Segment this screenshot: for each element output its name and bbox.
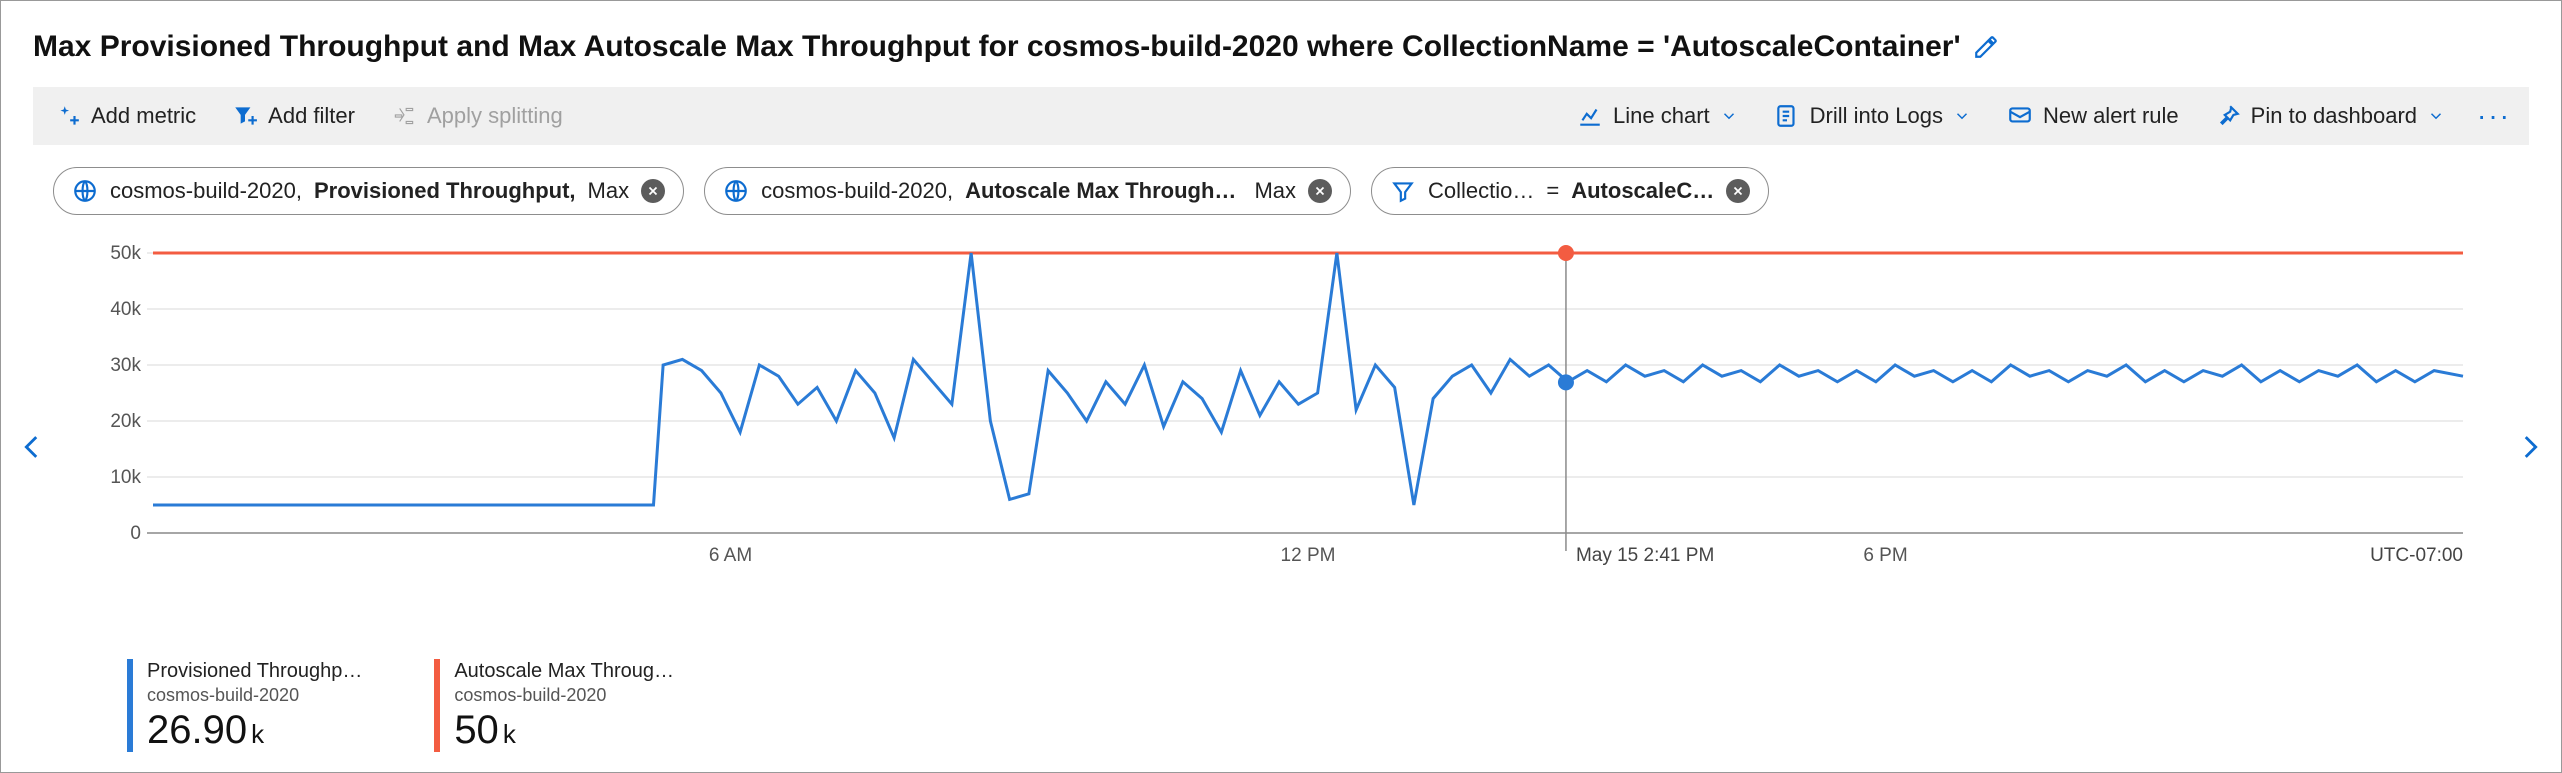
pin-button[interactable]: Pin to dashboard [2211,97,2449,135]
chart-area: 50k 40k 30k 20k 10k 0 6 AM 12 PM 6 PM May 15 2:… [33,243,2529,651]
line-chart-label: Line chart [1613,103,1710,129]
logs-icon [1774,103,1800,129]
svg-text:50k: 50k [110,243,141,264]
svg-text:6 AM: 6 AM [709,545,752,566]
split-icon [391,103,417,129]
prev-time-button[interactable] [15,430,49,464]
metric-pills-row: cosmos-build-2020, Provisioned Throughpu… [53,167,2529,215]
legend1-sub: cosmos-build-2020 [147,684,362,707]
svg-text:30k: 30k [110,355,141,376]
filter-op: = [1546,178,1559,204]
filter-prop: Collectio… [1428,178,1534,204]
pill1-metric: Provisioned Throughput, [314,178,576,204]
add-metric-button[interactable]: Add metric [51,97,200,135]
globe-icon [723,178,749,204]
title-row: Max Provisioned Throughput and Max Autos… [33,29,2529,65]
svg-text:12 PM: 12 PM [1281,545,1336,566]
pill2-resource: cosmos-build-2020, [761,178,953,204]
new-alert-label: New alert rule [2043,103,2179,129]
metrics-chart-card: Max Provisioned Throughput and Max Autos… [0,0,2562,773]
apply-splitting-button: Apply splitting [387,97,567,135]
legend2-val: 50k [454,708,674,752]
filter-val: AutoscaleC… [1571,178,1714,204]
sparkle-plus-icon [55,103,81,129]
line-chart-button[interactable]: Line chart [1573,97,1742,135]
pin-label: Pin to dashboard [2251,103,2417,129]
svg-text:40k: 40k [110,299,141,320]
legend1-val: 26.90k [147,708,362,752]
legend2-sub: cosmos-build-2020 [454,684,674,707]
filter-close[interactable] [1726,179,1750,203]
line-chart-icon [1577,103,1603,129]
svg-text:6 PM: 6 PM [1863,545,1907,566]
alert-icon [2007,103,2033,129]
svg-text:0: 0 [130,523,141,544]
drill-logs-label: Drill into Logs [1810,103,1943,129]
pill2-close[interactable] [1308,179,1332,203]
legend2-name: Autoscale Max Throug… [454,659,674,684]
legend-item-1[interactable]: Provisioned Throughp… cosmos-build-2020 … [127,659,362,753]
legend-color-1 [127,659,133,753]
chart-toolbar: Add metric Add filter Apply splitting Li… [33,87,2529,145]
toolbar-right: Line chart Drill into Logs New alert rul… [1573,97,2511,135]
pill2-metric: Autoscale Max Through… [965,178,1236,204]
chevron-down-icon [2427,107,2445,125]
pin-icon [2215,103,2241,129]
legend-row: Provisioned Throughp… cosmos-build-2020 … [127,659,2529,753]
chart-title: Max Provisioned Throughput and Max Autos… [33,29,1961,65]
add-filter-label: Add filter [268,103,355,129]
more-menu-button[interactable]: ··· [2477,100,2511,132]
legend-item-2[interactable]: Autoscale Max Throug… cosmos-build-2020 … [434,659,674,753]
svg-text:10k: 10k [110,467,141,488]
apply-splitting-label: Apply splitting [427,103,563,129]
new-alert-button[interactable]: New alert rule [2003,97,2183,135]
pill1-resource: cosmos-build-2020, [110,178,302,204]
legend-color-2 [434,659,440,753]
next-time-button[interactable] [2513,430,2547,464]
chevron-down-icon [1953,107,1971,125]
svg-text:May 15 2:41 PM: May 15 2:41 PM [1576,545,1714,566]
add-metric-label: Add metric [91,103,196,129]
line-chart-svg[interactable]: 50k 40k 30k 20k 10k 0 6 AM 12 PM 6 PM May 15 2:… [93,243,2473,583]
pill1-agg: Max [588,178,630,204]
svg-text:UTC-07:00: UTC-07:00 [2370,545,2463,566]
pill1-close[interactable] [641,179,665,203]
metric-pill-1[interactable]: cosmos-build-2020, Provisioned Throughpu… [53,167,684,215]
chevron-down-icon [1720,107,1738,125]
globe-icon [72,178,98,204]
metric-pill-2[interactable]: cosmos-build-2020, Autoscale Max Through… [704,167,1351,215]
legend1-name: Provisioned Throughp… [147,659,362,684]
pill2-agg: Max [1254,178,1296,204]
funnel-icon [1390,178,1416,204]
funnel-plus-icon [232,103,258,129]
filter-pill[interactable]: Collectio… = AutoscaleC… [1371,167,1769,215]
toolbar-left: Add metric Add filter Apply splitting [51,97,1573,135]
svg-text:20k: 20k [110,411,141,432]
drill-logs-button[interactable]: Drill into Logs [1770,97,1975,135]
edit-icon[interactable] [1973,34,1999,60]
add-filter-button[interactable]: Add filter [228,97,359,135]
